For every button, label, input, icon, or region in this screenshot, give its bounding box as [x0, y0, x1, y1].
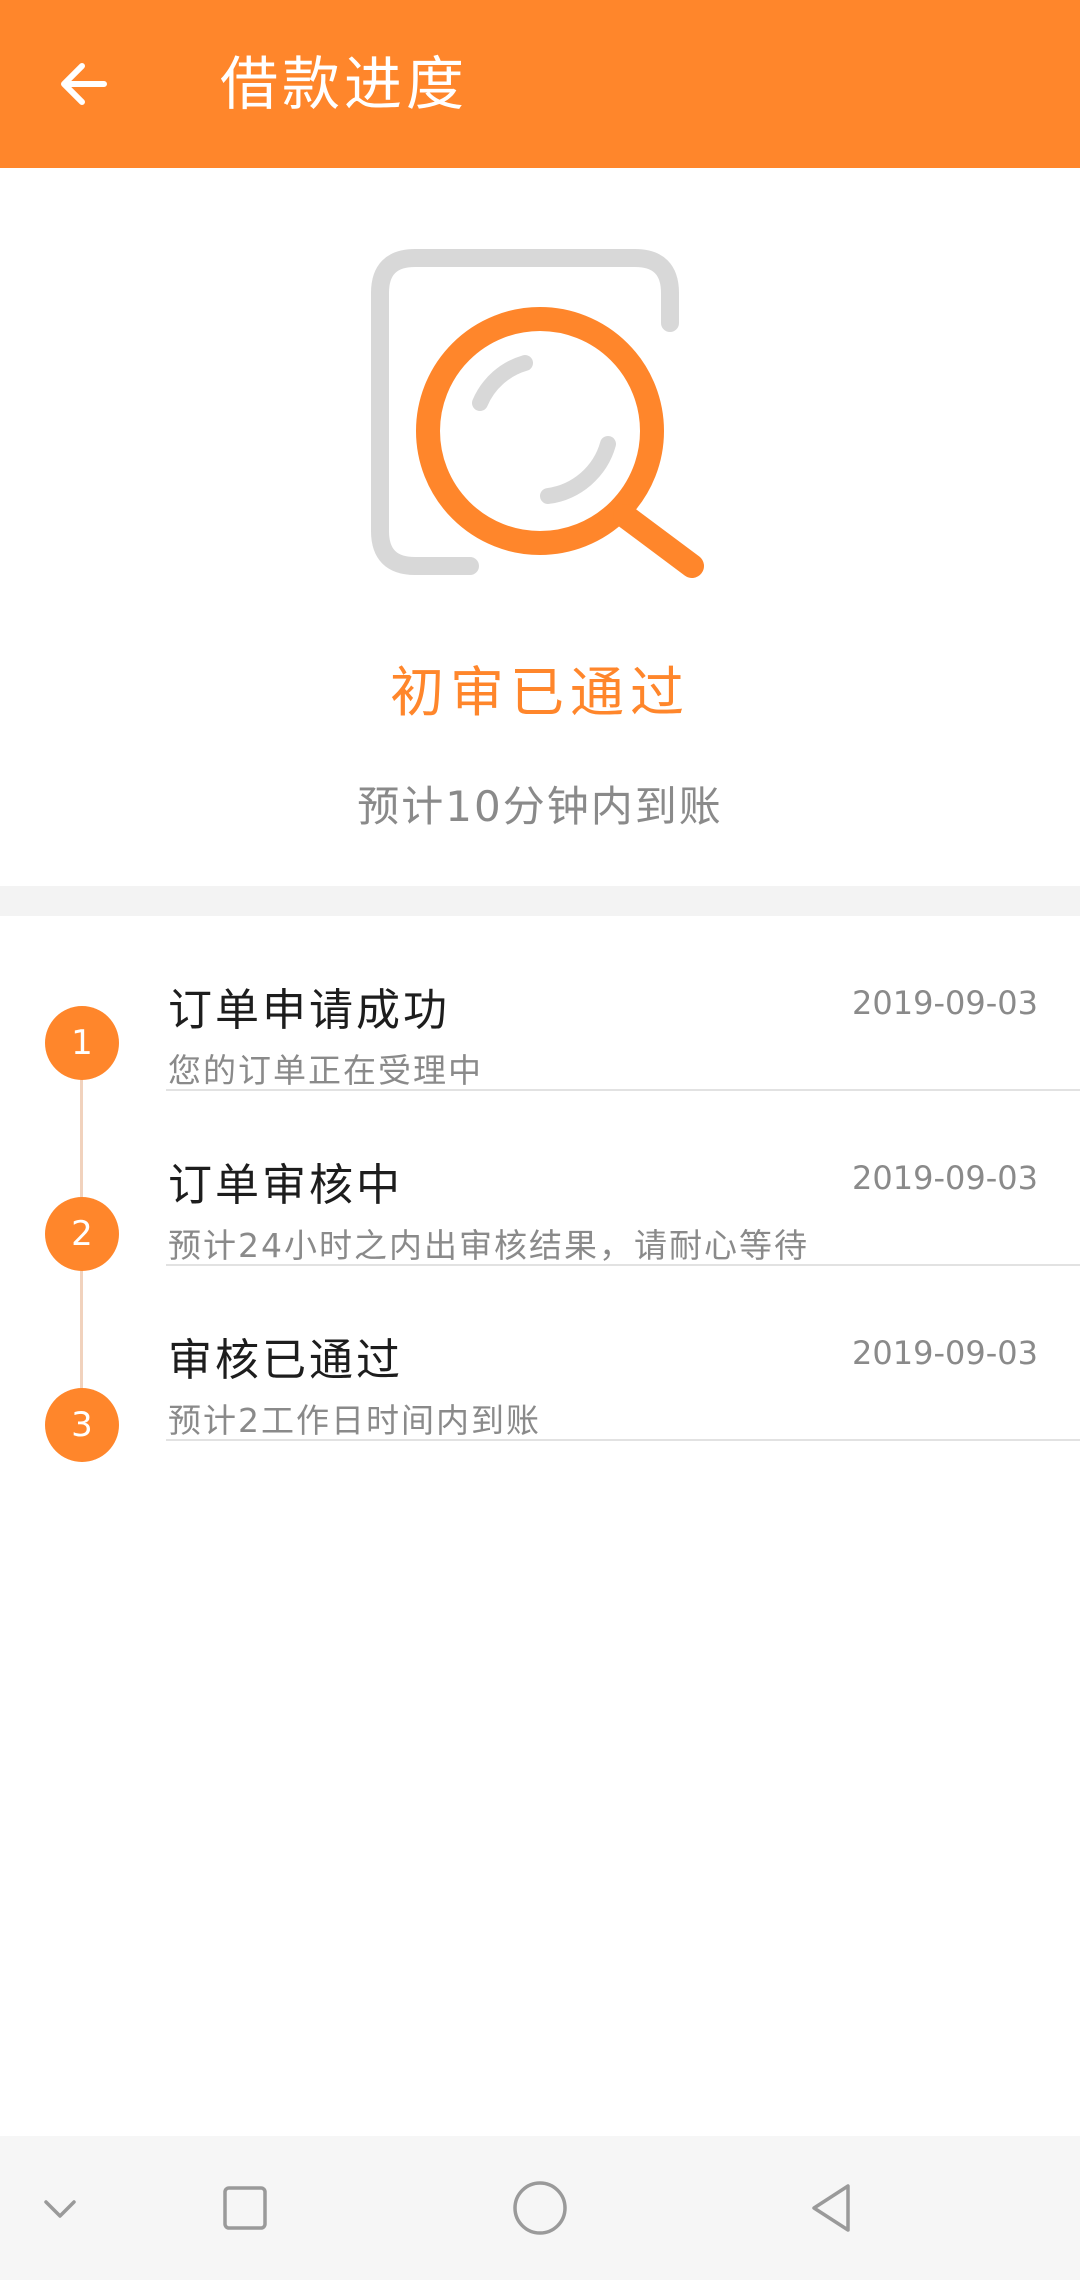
step-title: 订单审核中 [168, 1160, 403, 1211]
step-description: 您的订单正在受理中 [168, 1051, 483, 1090]
arrow-left-icon [61, 63, 107, 105]
status-subtitle: 预计10分钟内到账 [357, 782, 723, 831]
system-navigation-bar [0, 2136, 1080, 2280]
step-title: 审核已通过 [168, 1335, 403, 1386]
timeline-step-1: 1 订单申请成功 2019-09-03 您的订单正在受理中 [0, 916, 1080, 1091]
step-number-badge: 1 [45, 1006, 119, 1080]
timeline-step-3: 3 审核已通过 2019-09-03 预计2工作日时间内到账 [0, 1266, 1080, 1462]
app-bar: 借款进度 [0, 0, 1080, 168]
step-date: 2019-09-03 [852, 1159, 1038, 1197]
step-number-badge: 2 [45, 1197, 119, 1271]
step-number-badge: 3 [45, 1388, 119, 1462]
step-date: 2019-09-03 [852, 984, 1038, 1022]
nav-hide-button[interactable] [18, 2166, 102, 2250]
step-description: 预计2工作日时间内到账 [168, 1401, 541, 1440]
circle-home-icon [513, 2181, 567, 2235]
square-recents-icon [223, 2186, 267, 2230]
triangle-back-icon [812, 2184, 850, 2232]
nav-recents-button[interactable] [203, 2166, 287, 2250]
chevron-down-icon [44, 2200, 76, 2218]
step-description: 预计24小时之内出审核结果，请耐心等待 [168, 1226, 809, 1265]
step-date: 2019-09-03 [852, 1334, 1038, 1372]
status-section: 初审已通过 预计10分钟内到账 [0, 168, 1080, 886]
page-title: 借款进度 [220, 50, 469, 118]
section-divider [0, 886, 1080, 916]
status-title: 初审已通过 [390, 661, 690, 724]
step-title: 订单申请成功 [168, 985, 450, 1036]
timeline-step-2: 2 订单审核中 2019-09-03 预计24小时之内出审核结果，请耐心等待 [0, 1091, 1080, 1271]
step-divider [166, 1439, 1080, 1441]
nav-home-button[interactable] [498, 2166, 582, 2250]
progress-timeline: 1 订单申请成功 2019-09-03 您的订单正在受理中 2 订单审核中 20… [0, 916, 1080, 1516]
back-button[interactable] [44, 44, 124, 124]
nav-back-button[interactable] [790, 2166, 874, 2250]
magnifier-search-icon [371, 249, 704, 578]
